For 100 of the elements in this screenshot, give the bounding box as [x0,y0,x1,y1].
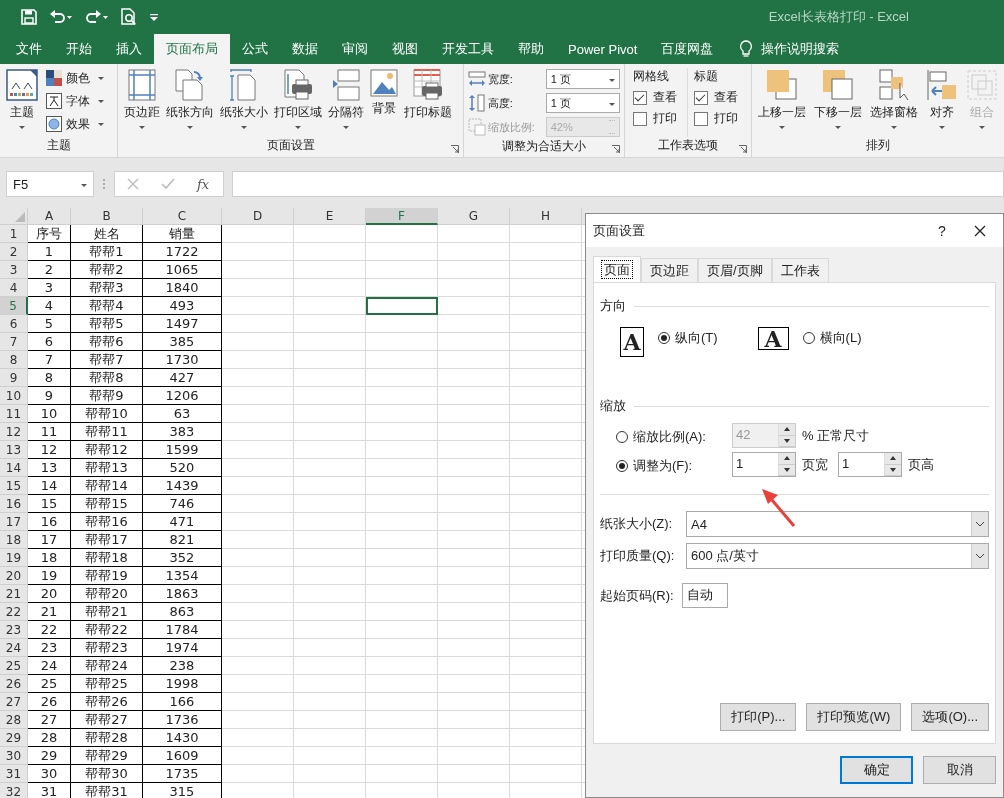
page-setup-button[interactable]: 纸张大小 [218,68,271,137]
radio-button[interactable] [658,332,670,344]
page-count-dropdown[interactable]: 1 页 [545,93,620,113]
page-setup-button[interactable]: 背景 [368,68,401,137]
row-header[interactable]: 28 [0,711,28,729]
dialog-launcher-icon[interactable] [611,145,620,153]
row-header[interactable]: 29 [0,729,28,747]
row-header[interactable]: 24 [0,639,28,657]
row-header[interactable]: 27 [0,693,28,711]
drag-handle-icon[interactable] [102,177,106,191]
dialog-button[interactable]: 打印预览(W) [806,703,902,731]
row-header[interactable]: 6 [0,315,28,333]
row-header[interactable]: 22 [0,603,28,621]
formula-input[interactable] [232,171,1004,197]
theme-option-button[interactable]: 效果 [46,114,104,134]
page-setup-button[interactable]: 分隔符 [326,68,367,137]
dialog-launcher-icon[interactable] [450,145,459,153]
row-header[interactable]: 5 [0,297,28,315]
ribbon-tab[interactable]: 开始 [54,34,104,64]
enter-check-icon[interactable] [161,178,175,190]
ribbon-tab[interactable]: 插入 [104,34,154,64]
ribbon-tab[interactable]: Power Pivot [556,34,650,64]
row-header[interactable]: 21 [0,585,28,603]
arrange-button[interactable]: 选择窗格 [868,68,920,137]
help-button[interactable]: ? [927,222,957,239]
input-field[interactable]: 自动 [682,583,728,608]
close-icon[interactable] [974,224,986,237]
checkbox[interactable] [693,90,708,105]
row-header[interactable]: 26 [0,675,28,693]
redo-icon[interactable] [85,9,109,25]
row-header[interactable]: 11 [0,405,28,423]
ribbon-tab[interactable]: 审阅 [330,34,380,64]
ribbon-tab[interactable]: 页面布局 [154,34,230,64]
row-header[interactable]: 10 [0,387,28,405]
row-header[interactable]: 18 [0,531,28,549]
ribbon-tab[interactable]: 百度网盘 [649,34,726,64]
tell-me-search[interactable]: 操作说明搜索 [761,40,840,58]
ribbon-tab[interactable]: 帮助 [506,34,556,64]
customize-caret-icon[interactable] [149,12,159,22]
radio-button[interactable] [802,332,815,344]
dialog-tab[interactable]: 工作表 [771,258,829,282]
row-header[interactable]: 32 [0,783,28,798]
page-setup-button[interactable]: 打印区域 [272,68,325,137]
row-header[interactable]: 20 [0,567,28,585]
row-header[interactable]: 7 [0,333,28,351]
ribbon-tab[interactable]: 文件 [4,34,54,64]
ok-button[interactable]: 确定 [840,756,913,784]
row-header[interactable]: 25 [0,657,28,675]
undo-icon[interactable] [49,9,73,25]
dropdown-field[interactable]: A4 [686,511,989,537]
row-header[interactable]: 13 [0,441,28,459]
radio-button[interactable] [616,459,628,472]
lightbulb-icon[interactable] [739,40,754,58]
arrange-button[interactable]: 下移一层 [812,68,864,137]
pages-tall-spinner[interactable]: 1 [838,452,902,477]
row-header[interactable]: 12 [0,423,28,441]
cancel-button[interactable]: 取消 [923,756,996,784]
dropdown-field[interactable]: 600 点/英寸 [686,543,989,569]
row-header[interactable]: 19 [0,549,28,567]
active-cell[interactable] [366,297,438,315]
theme-option-button[interactable]: 颜色 [46,68,104,88]
dialog-tab[interactable]: 页面 [593,256,641,282]
ribbon-tab[interactable]: 视图 [380,34,430,64]
row-header[interactable]: 30 [0,747,28,765]
theme-option-button[interactable]: 字体 [46,91,104,111]
pages-wide-spinner[interactable]: 1 [732,452,796,477]
dialog-button[interactable]: 打印(P)... [720,703,797,731]
name-box[interactable]: F5 [6,171,94,197]
row-header[interactable]: 2 [0,243,28,261]
row-header[interactable]: 9 [0,369,28,387]
row-header[interactable]: 14 [0,459,28,477]
row-header[interactable]: 16 [0,495,28,513]
row-header[interactable]: 1 [0,225,28,243]
checkbox[interactable] [632,111,647,126]
insert-function-button[interactable]: fx [197,176,210,192]
row-header[interactable]: 4 [0,279,28,297]
arrange-button[interactable]: 对齐 [924,68,960,137]
ribbon-tab[interactable]: 数据 [280,34,330,64]
themes-button[interactable]: 主题 [4,68,40,137]
print-preview-icon[interactable] [121,8,137,26]
row-header[interactable]: 23 [0,621,28,639]
page-setup-button[interactable]: 页边距 [122,68,163,137]
row-header[interactable]: 8 [0,351,28,369]
row-header[interactable]: 31 [0,765,28,783]
page-count-dropdown[interactable]: 1 页 [545,69,620,89]
row-header[interactable]: 15 [0,477,28,495]
dialog-button[interactable]: 选项(O)... [911,703,989,731]
page-setup-button[interactable]: 打印标题 [402,68,455,137]
dialog-tab[interactable]: 页眉/页脚 [698,258,772,282]
row-header[interactable]: 3 [0,261,28,279]
checkbox[interactable] [693,111,708,126]
ribbon-tab[interactable]: 公式 [230,34,280,64]
arrange-button[interactable]: 上移一层 [756,68,808,137]
dialog-launcher-icon[interactable] [739,145,747,153]
row-header[interactable]: 17 [0,513,28,531]
save-icon[interactable] [21,9,37,25]
page-setup-button[interactable]: 纸张方向 [164,68,217,137]
column-header[interactable]: F [366,208,438,225]
dialog-tab[interactable]: 页边距 [641,258,698,282]
ribbon-tab[interactable]: 开发工具 [430,34,506,64]
